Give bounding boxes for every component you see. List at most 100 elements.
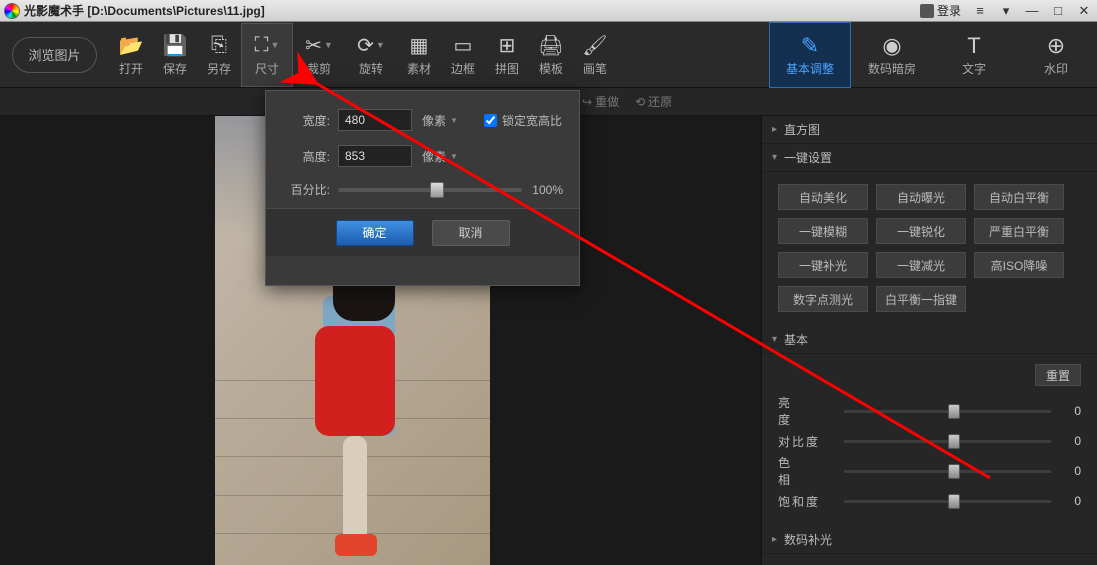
restore-button[interactable]: ⟲还原 — [635, 93, 672, 110]
tool-素材[interactable]: ▦素材 — [397, 23, 441, 87]
param-row: 饱和度0 — [778, 486, 1081, 516]
redo-button[interactable]: ↪重做 — [582, 93, 619, 110]
param-slider[interactable] — [844, 440, 1051, 443]
param-row: 亮 度0 — [778, 396, 1081, 426]
param-slider[interactable] — [844, 470, 1051, 473]
minimize-button[interactable]: — — [1019, 1, 1045, 21]
tab-label: 水印 — [1044, 60, 1068, 77]
tool-边框[interactable]: ▭ 边框 — [441, 23, 485, 87]
chevron-down-icon: ▾ — [772, 152, 784, 163]
preset-数字点测光[interactable]: 数字点测光 — [778, 286, 868, 312]
digital-fill-section[interactable]: ▸ 数码补光 — [762, 526, 1097, 554]
preset-一键锐化[interactable]: 一键锐化 — [876, 218, 966, 244]
tab-icon: T — [967, 32, 980, 60]
height-unit-select[interactable]: 像素▼ — [422, 148, 458, 165]
reset-button[interactable]: 重置 — [1035, 364, 1081, 386]
tab-label: 数码暗房 — [868, 60, 916, 77]
tool-label: 边框 — [451, 60, 475, 77]
preset-一键补光[interactable]: 一键补光 — [778, 252, 868, 278]
tool-label: 素材 — [407, 60, 431, 77]
preset-自动曝光[interactable]: 自动曝光 — [876, 184, 966, 210]
tool-label: 画笔 — [583, 60, 607, 77]
preset-自动美化[interactable]: 自动美化 — [778, 184, 868, 210]
tool-label: 保存 — [163, 60, 187, 77]
param-label: 亮 度 — [778, 394, 834, 428]
tool-label: 尺寸 — [255, 60, 279, 77]
tool-label: 另存 — [207, 60, 231, 77]
login-button[interactable]: 登录 — [920, 2, 961, 19]
preset-严重白平衡[interactable]: 严重白平衡 — [974, 218, 1064, 244]
tab-icon: ⊕ — [1047, 32, 1065, 60]
width-input[interactable] — [338, 109, 412, 131]
tool-icon: ⟳▼ — [357, 32, 385, 58]
tool-尺寸[interactable]: ⛶▼ 尺寸 — [241, 23, 293, 87]
lock-aspect-input[interactable] — [484, 114, 497, 127]
tab-基本调整[interactable]: ✎基本调整 — [769, 22, 851, 88]
tool-icon: 🖌 — [582, 32, 607, 58]
preset-一键模糊[interactable]: 一键模糊 — [778, 218, 868, 244]
percent-value: 100% — [532, 183, 563, 197]
histogram-section[interactable]: ▸ 直方图 — [762, 116, 1097, 144]
title-bar: 光影魔术手 [D:\Documents\Pictures\11.jpg] 登录 … — [0, 0, 1097, 22]
slider-thumb[interactable] — [948, 434, 960, 449]
lock-aspect-checkbox[interactable]: 锁定宽高比 — [484, 112, 562, 129]
slider-thumb[interactable] — [948, 404, 960, 419]
slider-thumb[interactable] — [430, 182, 444, 198]
oneclick-section[interactable]: ▾ 一键设置 — [762, 144, 1097, 172]
browse-images-button[interactable]: 浏览图片 — [12, 37, 97, 73]
preset-高ISO降噪[interactable]: 高ISO降噪 — [974, 252, 1064, 278]
tab-文字[interactable]: T文字 — [933, 22, 1015, 88]
height-label: 高度: — [282, 148, 330, 165]
tool-画笔[interactable]: 🖌 画笔 — [573, 23, 617, 87]
param-label: 饱和度 — [778, 493, 834, 510]
app-title: 光影魔术手 [D:\Documents\Pictures\11.jpg] — [24, 2, 265, 19]
tab-icon: ✎ — [801, 32, 819, 60]
tool-icon: ▭ — [454, 32, 473, 58]
user-icon — [920, 4, 934, 18]
tool-label: 打开 — [119, 60, 143, 77]
preset-白平衡一指键[interactable]: 白平衡一指键 — [876, 286, 966, 312]
chevron-down-icon: ▾ — [772, 334, 784, 345]
tool-拼图[interactable]: ⊞ 拼图 — [485, 23, 529, 87]
basic-section[interactable]: ▾ 基本 — [762, 326, 1097, 354]
tool-icon: 📂 — [119, 32, 144, 58]
tab-label: 基本调整 — [786, 60, 834, 77]
tool-icon: ⛶▼ — [255, 32, 280, 58]
tab-label: 文字 — [962, 60, 986, 77]
percent-label: 百分比: — [282, 181, 330, 198]
maximize-button[interactable]: □ — [1045, 1, 1071, 21]
param-value: 0 — [1061, 464, 1081, 478]
ok-button[interactable]: 确定 — [336, 220, 414, 246]
tool-模板[interactable]: 🖨模板 — [529, 23, 573, 87]
tool-label: 旋转 — [359, 60, 383, 77]
tool-icon: ⊞ — [499, 32, 516, 58]
menu-button[interactable]: ≡ — [967, 1, 993, 21]
tab-数码暗房[interactable]: ◉数码暗房 — [851, 22, 933, 88]
tool-旋转[interactable]: ⟳▼ 旋转 — [345, 23, 397, 87]
preset-一键减光[interactable]: 一键减光 — [876, 252, 966, 278]
param-slider[interactable] — [844, 410, 1051, 413]
param-row: 色 相0 — [778, 456, 1081, 486]
width-unit-select[interactable]: 像素▼ — [422, 112, 458, 129]
tool-打开[interactable]: 📂 打开 — [109, 23, 153, 87]
adjust-panel: ▸ 直方图 ▾ 一键设置 自动美化自动曝光自动白平衡一键模糊一键锐化严重白平衡一… — [761, 116, 1097, 565]
cancel-button[interactable]: 取消 — [432, 220, 510, 246]
tab-水印[interactable]: ⊕水印 — [1015, 22, 1097, 88]
tool-裁剪[interactable]: ✂▼裁剪 — [293, 23, 345, 87]
param-slider[interactable] — [844, 500, 1051, 503]
tab-icon: ◉ — [882, 32, 901, 60]
tool-另存[interactable]: ⎘ 另存 — [197, 23, 241, 87]
percent-slider[interactable] — [338, 188, 522, 192]
tool-label: 拼图 — [495, 60, 519, 77]
tool-icon: 🖨 — [538, 32, 563, 58]
app-logo-icon — [4, 3, 20, 19]
height-input[interactable] — [338, 145, 412, 167]
dropdown-button[interactable]: ▾ — [993, 1, 1019, 21]
tool-icon: ⎘ — [211, 32, 227, 58]
tool-icon: ✂▼ — [305, 32, 333, 58]
close-button[interactable]: ✕ — [1071, 1, 1097, 21]
slider-thumb[interactable] — [948, 464, 960, 479]
tool-保存[interactable]: 💾保存 — [153, 23, 197, 87]
preset-自动白平衡[interactable]: 自动白平衡 — [974, 184, 1064, 210]
slider-thumb[interactable] — [948, 494, 960, 509]
